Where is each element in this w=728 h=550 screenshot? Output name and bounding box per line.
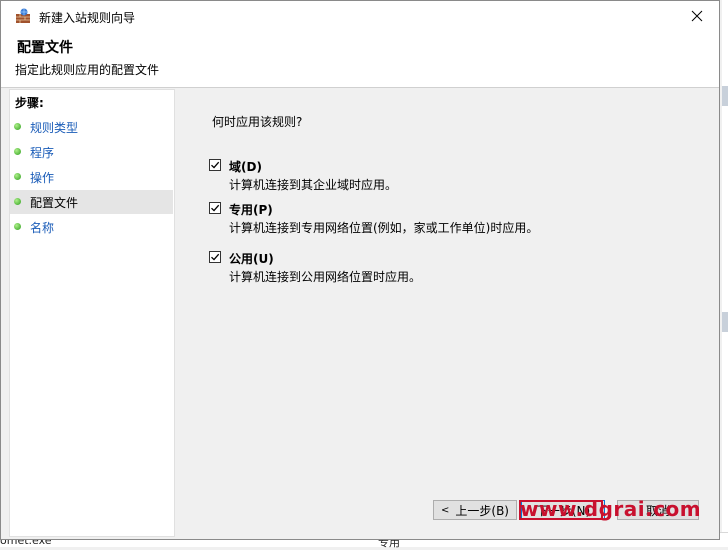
- option-title: 公用(U): [229, 252, 274, 266]
- window-title: 新建入站规则向导: [39, 11, 136, 25]
- step-name[interactable]: 名称: [10, 215, 173, 239]
- page-subtitle: 指定此规则应用的配置文件: [15, 63, 160, 77]
- option-description: 计算机连接到专用网络位置(例如，家或工作单位)时应用。: [229, 221, 539, 235]
- wizard-dialog: 新建入站规则向导 配置文件 指定此规则应用的配置文件 步骤: 规则类型 程序 操…: [0, 0, 720, 540]
- background-block: [722, 86, 728, 106]
- page-title: 配置文件: [17, 40, 73, 56]
- step-program[interactable]: 程序: [10, 140, 173, 164]
- step-rule-type[interactable]: 规则类型: [10, 115, 173, 139]
- question-text: 何时应用该规则?: [212, 115, 303, 129]
- option-description: 计算机连接到其企业域时应用。: [229, 178, 398, 192]
- background-block: [722, 312, 728, 332]
- back-arrow-icon: <: [441, 504, 450, 516]
- private-checkbox[interactable]: [209, 202, 221, 214]
- step-profile[interactable]: 配置文件: [10, 190, 173, 214]
- background-window-right: [722, 0, 728, 546]
- page-header: 配置文件 指定此规则应用的配置文件: [1, 31, 719, 88]
- step-status-icon: [14, 173, 21, 180]
- back-button[interactable]: < 上一步(B): [433, 500, 517, 520]
- step-label: 配置文件: [30, 196, 79, 210]
- steps-heading: 步骤:: [15, 96, 44, 110]
- title-bar[interactable]: 新建入站规则向导: [1, 1, 719, 31]
- watermark-text: www.dgrai.com: [520, 497, 702, 521]
- step-action[interactable]: 操作: [10, 165, 173, 189]
- step-label: 名称: [30, 221, 55, 235]
- step-label: 规则类型: [30, 121, 79, 135]
- option-description: 计算机连接到公用网络位置时应用。: [229, 270, 422, 284]
- main-panel: 何时应用该规则? 域(D) 计算机连接到其企业域时应用。 专用(P) 计算机连接…: [177, 89, 719, 539]
- step-status-icon: [14, 123, 21, 130]
- back-button-label: 上一步(B): [455, 503, 509, 518]
- firewall-icon: [15, 8, 31, 24]
- domain-checkbox[interactable]: [209, 159, 221, 171]
- checkmark-icon: [211, 204, 220, 212]
- option-title: 域(D): [229, 160, 262, 174]
- step-status-icon: [14, 198, 21, 205]
- step-status-icon: [14, 223, 21, 230]
- checkmark-icon: [211, 161, 220, 169]
- step-status-icon: [14, 148, 21, 155]
- step-label: 程序: [30, 146, 55, 160]
- public-checkbox[interactable]: [209, 251, 221, 263]
- checkmark-icon: [211, 253, 220, 261]
- close-icon: [691, 10, 703, 22]
- close-button[interactable]: [675, 1, 719, 31]
- steps-panel: 步骤: 规则类型 程序 操作 配置文件 名称: [9, 89, 175, 537]
- option-title: 专用(P): [229, 203, 273, 217]
- step-label: 操作: [30, 171, 55, 185]
